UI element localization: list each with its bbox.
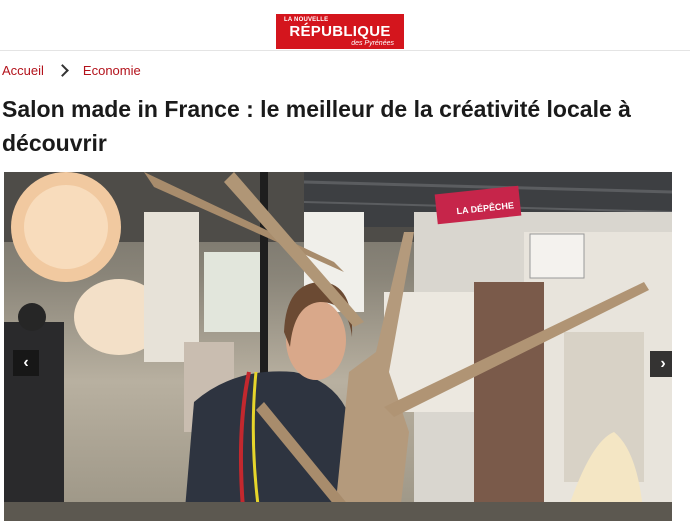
photo-illustration: LA DÉPÊCHE <box>4 172 672 521</box>
article-title: Salon made in France : le meilleur de la… <box>2 96 631 156</box>
chevron-right-icon <box>56 64 69 77</box>
site-header: LA NOUVELLE RÉPUBLIQUE des Pyrénées <box>0 0 690 51</box>
carousel-next-button[interactable]: › <box>650 351 672 377</box>
breadcrumb-home-link[interactable]: Accueil <box>2 63 44 78</box>
article-photo: LA DÉPÊCHE ‹ › <box>4 172 672 521</box>
logo-main-text: RÉPUBLIQUE <box>289 23 391 40</box>
logo-sub-text: des Pyrénées <box>351 40 394 47</box>
breadcrumb-section-link[interactable]: Economie <box>83 63 141 78</box>
carousel-prev-button[interactable]: ‹ <box>13 350 39 376</box>
breadcrumb: Accueil Economie <box>2 63 141 78</box>
site-logo[interactable]: LA NOUVELLE RÉPUBLIQUE des Pyrénées <box>276 14 404 49</box>
